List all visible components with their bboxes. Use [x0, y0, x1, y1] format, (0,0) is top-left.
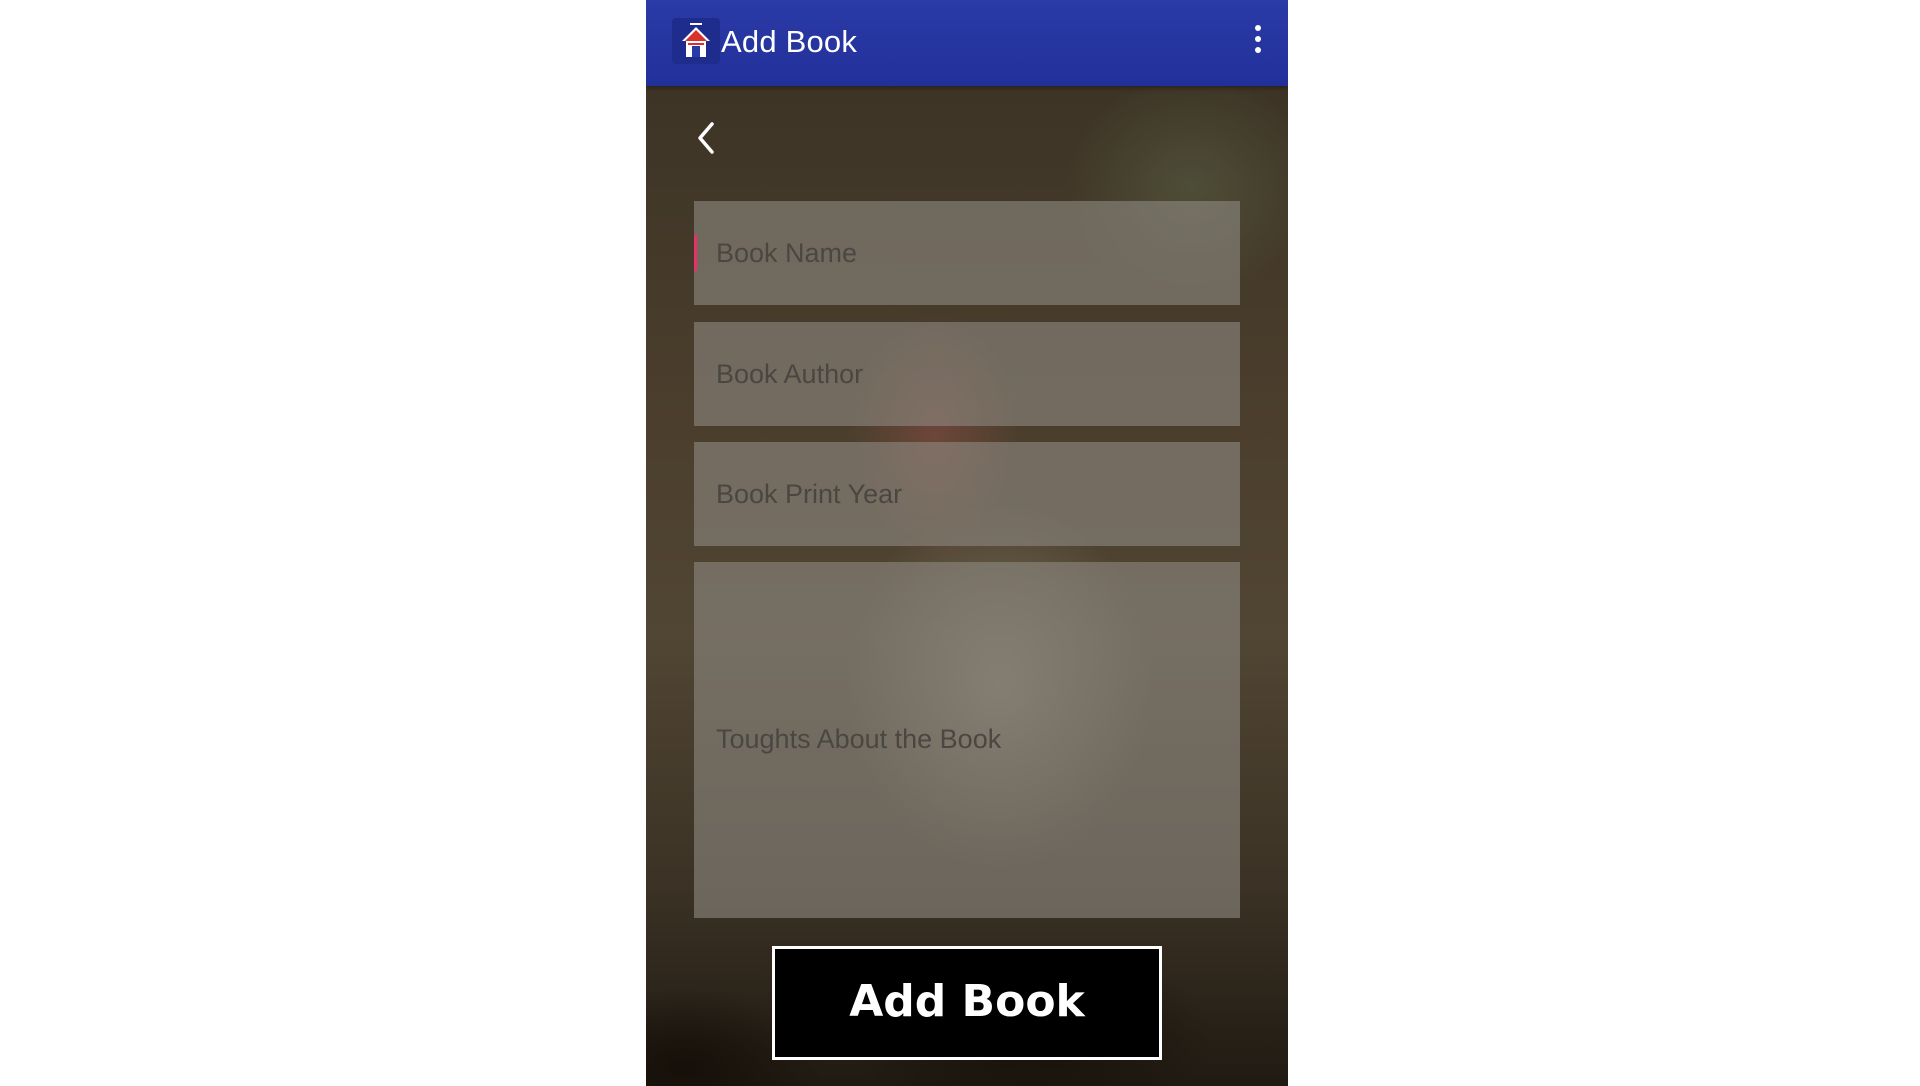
add-book-button[interactable]: Add Book — [772, 946, 1162, 1060]
book-print-year-input[interactable] — [694, 442, 1240, 546]
app-title: Add Book — [721, 24, 858, 59]
overflow-menu-icon[interactable] — [1250, 25, 1266, 59]
book-print-year-field — [694, 442, 1240, 546]
book-name-input[interactable] — [694, 201, 1240, 305]
form-container: Add Book — [646, 86, 1288, 1086]
thoughts-field — [694, 562, 1240, 918]
book-author-field — [694, 322, 1240, 426]
back-button[interactable] — [690, 118, 722, 158]
chevron-left-icon — [698, 122, 714, 154]
thoughts-textarea[interactable] — [694, 562, 1240, 918]
app-bar: Add Book — [646, 0, 1288, 86]
app-screen: Add Book Add Book — [646, 0, 1288, 1086]
book-name-field — [694, 201, 1240, 305]
house-logo-icon — [672, 18, 720, 64]
book-author-input[interactable] — [694, 322, 1240, 426]
